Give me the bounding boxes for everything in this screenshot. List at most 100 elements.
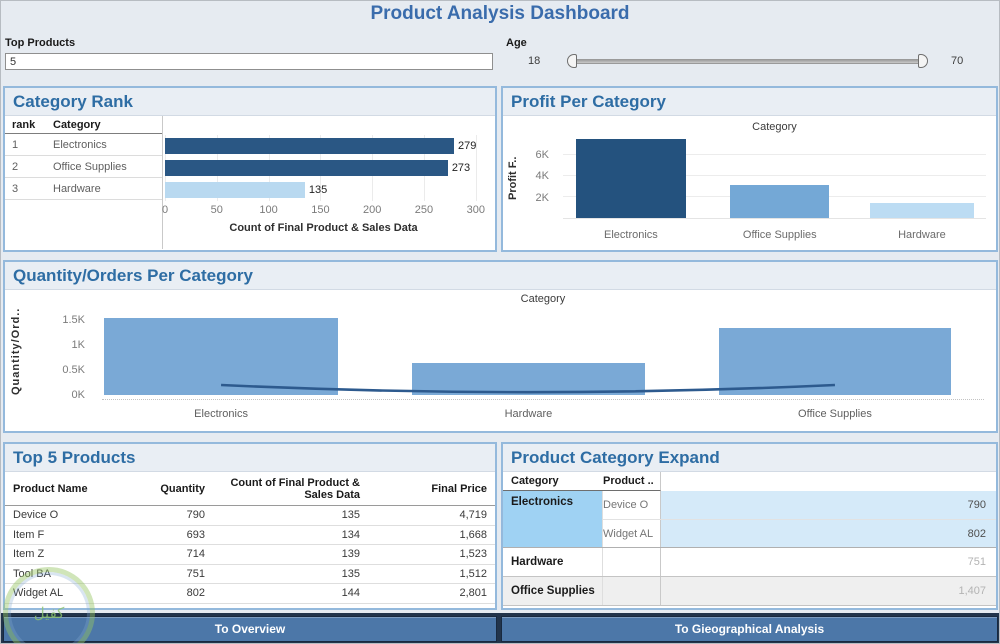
cell: Device O: [5, 509, 105, 521]
column-header-count-of-final-product-sales-data: Count of Final Product & Sales Data: [205, 472, 360, 505]
top5-table-head: Product NameQuantityCount of Final Produ…: [5, 472, 495, 506]
product-cell: Widget AL: [603, 520, 661, 547]
category-row-office-supplies[interactable]: Office Supplies 1,407: [503, 577, 996, 606]
x-tick-200: 200: [363, 204, 381, 216]
panel-category-rank-title: Category Rank: [13, 92, 133, 112]
category-cell-office-supplies: Office Supplies: [503, 577, 603, 605]
category-rank-axis-label: Count of Final Product & Sales Data: [165, 222, 482, 234]
profit-y-axis: 2K4K6K: [503, 139, 559, 219]
panel-profit-header: Profit Per Category: [503, 88, 996, 116]
panel-top5-header: Top 5 Products: [5, 444, 495, 472]
bar-electronics[interactable]: [576, 139, 686, 218]
profit-category-labels: ElectronicsOffice SuppliesHardware: [563, 229, 986, 243]
bar-office-supplies[interactable]: [730, 185, 829, 218]
y-tick-1k: 1K: [72, 339, 85, 351]
to-geographical-analysis-button[interactable]: To Gieographical Analysis: [501, 616, 998, 642]
panel-expand: Product Category Expand Category Product…: [501, 442, 998, 610]
table-row-item-z[interactable]: Item Z7141391,523: [5, 545, 495, 565]
column-header-product-name: Product Name: [5, 472, 105, 505]
product-row-widget-al[interactable]: Widget AL802: [603, 519, 996, 547]
cell: 802: [105, 587, 205, 599]
bottom-nav-bar: To Overview To Gieographical Analysis: [1, 613, 999, 644]
category-cell: Office Supplies: [53, 161, 127, 173]
age-slider-track[interactable]: [572, 59, 923, 64]
rank-cell: 2: [5, 161, 53, 173]
bar-hardware[interactable]: [165, 182, 305, 198]
x-tick-0: 0: [162, 204, 168, 216]
y-tick-0-5k: 0.5K: [62, 364, 85, 376]
dashboard: Product Analysis Dashboard Top Products …: [0, 0, 1000, 644]
value-cell: 790: [661, 491, 996, 519]
table-row-hardware[interactable]: 3Hardware: [5, 178, 162, 200]
cell: 4,719: [360, 509, 495, 521]
quantity-axis-line: [102, 399, 984, 400]
x-tick-100: 100: [259, 204, 277, 216]
bar-office-supplies[interactable]: [165, 160, 448, 176]
bar-electronics[interactable]: [165, 138, 454, 154]
category-row-hardware[interactable]: Hardware 751: [503, 548, 996, 577]
top-products-input[interactable]: [5, 53, 493, 70]
panel-quantity-title: Quantity/Orders Per Category: [13, 266, 253, 286]
watermark-text: كفيل: [34, 604, 65, 622]
category-label-hardware: Hardware: [898, 229, 946, 241]
expand-product-header: Product ..: [603, 472, 661, 491]
orders-line[interactable]: [221, 385, 835, 392]
quantity-column-title: Category: [102, 293, 984, 305]
profit-plot: [563, 139, 986, 219]
category-cell-electronics[interactable]: Electronics: [503, 491, 603, 547]
quantity-y-axis: 0K0.5K1K1.5K: [5, 310, 99, 395]
quantity-plot: [102, 310, 984, 395]
value-cell: 1,407: [661, 577, 996, 605]
age-slider-max-handle[interactable]: [918, 54, 928, 68]
category-cell: Hardware: [53, 183, 101, 195]
category-rank-table-head: rank Category: [5, 116, 162, 134]
product-row-device-o[interactable]: Device O790: [603, 491, 996, 519]
table-row-item-f[interactable]: Item F6931341,668: [5, 526, 495, 546]
y-tick-2k: 2K: [536, 192, 549, 204]
panel-quantity-header: Quantity/Orders Per Category: [5, 262, 996, 290]
category-label-office-supplies: Office Supplies: [743, 229, 817, 241]
x-tick-300: 300: [467, 204, 485, 216]
expand-table-head: Category Product ..: [503, 472, 996, 491]
value-cell: 751: [661, 548, 996, 576]
cell: 1,668: [360, 529, 495, 541]
orders-line-chart[interactable]: [102, 310, 984, 395]
expand-table-rows: ElectronicsDevice O790Widget AL802Hardwa…: [503, 491, 996, 606]
cell: 693: [105, 529, 205, 541]
y-tick-0k: 0K: [72, 389, 85, 401]
bar-hardware[interactable]: [870, 203, 974, 218]
x-tick-250: 250: [415, 204, 433, 216]
cell: Item F: [5, 529, 105, 541]
panel-expand-title: Product Category Expand: [511, 448, 720, 468]
panel-quantity: Quantity/Orders Per Category Category Qu…: [3, 260, 998, 433]
cell: 139: [205, 548, 360, 560]
category-cell-hardware: Hardware: [503, 548, 603, 576]
table-row-device-o[interactable]: Device O7901354,719: [5, 506, 495, 526]
cell: 1,523: [360, 548, 495, 560]
panel-category-rank-header: Category Rank: [5, 88, 495, 116]
cell: 790: [105, 509, 205, 521]
age-slider-min-handle[interactable]: [567, 54, 577, 68]
expand-body: Category Product .. ElectronicsDevice O7…: [503, 472, 996, 607]
table-row-office-supplies[interactable]: 2Office Supplies: [5, 156, 162, 178]
product-cell-empty: [603, 577, 661, 605]
category-rank-plot: 279273135: [165, 135, 482, 201]
cell: 751: [105, 568, 205, 580]
page-title: Product Analysis Dashboard: [1, 3, 999, 25]
cell: 2,801: [360, 587, 495, 599]
table-row-electronics[interactable]: 1Electronics: [5, 134, 162, 156]
panel-expand-header: Product Category Expand: [503, 444, 996, 472]
cell: 714: [105, 548, 205, 560]
category-label-office-supplies: Office Supplies: [798, 408, 872, 420]
cell: 144: [205, 587, 360, 599]
profit-body: Category Profit F.. 2K4K6K ElectronicsOf…: [503, 116, 996, 249]
rank-cell: 3: [5, 183, 53, 195]
panel-top5-title: Top 5 Products: [13, 448, 135, 468]
category-column-header: Category: [53, 119, 101, 131]
category-rank-chart: 279273135 050100150200250300 Count of Fi…: [164, 116, 495, 249]
column-header-final-price: Final Price: [360, 472, 495, 505]
rank-cell: 1: [5, 139, 53, 151]
quantity-body: Category Quantity/Ord.. 0K0.5K1K1.5K Ele…: [5, 290, 996, 430]
panel-profit: Profit Per Category Category Profit F.. …: [501, 86, 998, 252]
y-tick-1-5k: 1.5K: [62, 314, 85, 326]
